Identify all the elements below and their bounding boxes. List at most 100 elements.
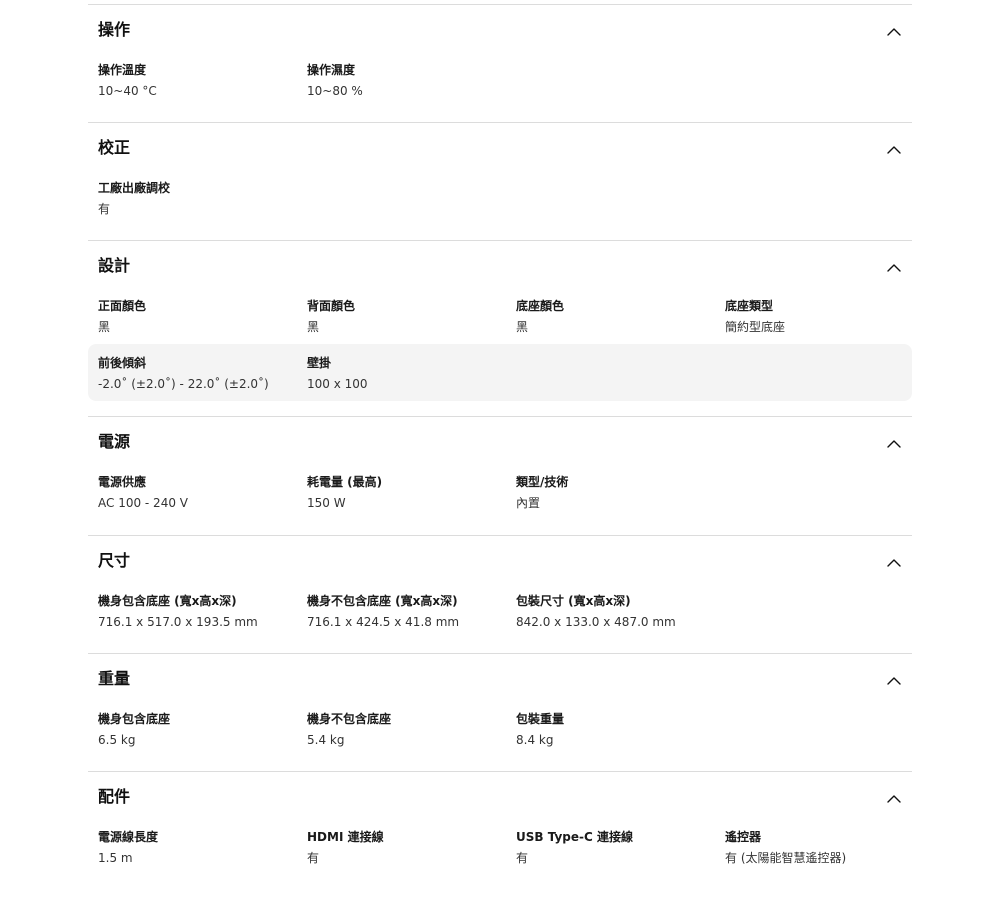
spec-item: 操作溫度 10~40 °C (98, 62, 303, 99)
spec-sections: 操作 操作溫度 10~40 °C 操作濕度 10~80 % 校正 工廠出廠調校有設計 正面顏色… (0, 0, 1000, 904)
spec-item: 底座顏色黑 (516, 298, 721, 335)
collapse-toggle-button[interactable] (882, 670, 906, 690)
spec-item: 操作濕度 10~80 % (307, 62, 512, 99)
chevron-up-icon (887, 676, 901, 685)
spec-section-operation: 操作操作溫度 10~40 °C 操作濕度 10~80 % (88, 4, 912, 123)
spec-item: USB Type-C 連接線有 (516, 829, 721, 866)
spec-label: 操作溫度 (98, 63, 147, 77)
spec-value: 8.4 kg (516, 733, 554, 747)
spec-item: 底座類型 簡約型底座 (725, 298, 930, 335)
spec-item: 工廠出廠調校有 (98, 180, 303, 217)
spec-value: 有 (307, 851, 320, 865)
spec-value: 簡約型底座 (725, 320, 786, 334)
spec-label: 底座顏色 (516, 299, 565, 313)
spec-value: 有 (98, 202, 111, 216)
spec-row: 電源供應 AC 100 - 240 V 耗電量 (最高) 150 W 類型/技術內置 (88, 463, 912, 520)
spec-row: 機身包含底座 (寬x高x深) 716.1 x 517.0 x 193.5 mm 機身… (88, 582, 912, 639)
spec-item: 遙控器有 (太陽能智慧遙控器) (725, 829, 930, 866)
spec-item: 壁掛 100 x 100 (307, 355, 512, 392)
spec-row: 機身包含底座 6.5 kg 機身不包含底座 5.4 kg 包裝重量 8.4 kg (88, 700, 912, 757)
spec-item: 機身不包含底座 5.4 kg (307, 711, 512, 748)
spec-row: 操作溫度 10~40 °C 操作濕度 10~80 % (88, 51, 912, 108)
spec-section-weight: 重量機身包含底座 6.5 kg 機身不包含底座 5.4 kg 包裝重量 8.4 kg (88, 653, 912, 772)
spec-item: 機身不包含底座 (寬x高x深) 716.1 x 424.5 x 41.8 mm (307, 593, 512, 630)
spec-label: USB Type-C 連接線 (516, 830, 633, 844)
spec-row: 正面顏色黑背面顏色黑底座顏色黑底座類型 簡約型底座 (88, 287, 912, 344)
spec-label: 包裝重量 (516, 712, 565, 726)
spec-value: 黑 (516, 320, 529, 334)
spec-value: 內置 (516, 496, 541, 510)
spec-value: 10~40 °C (98, 84, 157, 98)
spec-value: -2.0˚ (±2.0˚) - 22.0˚ (±2.0˚) (98, 377, 269, 391)
section-title: 電源 (98, 432, 131, 451)
spec-value: 5.4 kg (307, 733, 345, 747)
spec-label: 電源供應 (98, 475, 147, 489)
spec-section-design: 設計 正面顏色黑背面顏色黑底座顏色黑底座類型 簡約型底座 前後傾斜 -2.0˚ (±2.… (88, 240, 912, 417)
collapse-toggle-button[interactable] (882, 433, 906, 453)
collapse-toggle-button[interactable] (882, 552, 906, 572)
spec-label: 類型/技術 (516, 475, 569, 489)
spec-label: 機身不包含底座 (寬x高x深) (307, 594, 458, 608)
spec-label: 包裝尺寸 (寬x高x深) (516, 594, 631, 608)
spec-value: 有 (太陽能智慧遙控器) (725, 851, 847, 865)
spec-label: 壁掛 (307, 356, 332, 370)
spec-label: 底座類型 (725, 299, 774, 313)
spec-item: 包裝重量 8.4 kg (516, 711, 721, 748)
spec-value: 100 x 100 (307, 377, 368, 391)
spec-item: 正面顏色黑 (98, 298, 303, 335)
spec-value: 716.1 x 517.0 x 193.5 mm (98, 615, 258, 629)
spec-label: 機身不包含底座 (307, 712, 392, 726)
spec-label: 機身包含底座 (寬x高x深) (98, 594, 237, 608)
spec-section-dimensions: 尺寸機身包含底座 (寬x高x深) 716.1 x 517.0 x 193.5 mm… (88, 535, 912, 654)
spec-row: 前後傾斜 -2.0˚ (±2.0˚) - 22.0˚ (±2.0˚) 壁掛 100 x… (88, 344, 912, 401)
collapse-toggle-button[interactable] (882, 257, 906, 277)
spec-item: 機身包含底座 6.5 kg (98, 711, 303, 748)
spec-item: 類型/技術內置 (516, 474, 721, 511)
spec-item: 包裝尺寸 (寬x高x深) 842.0 x 133.0 x 487.0 mm (516, 593, 721, 630)
collapse-toggle-button[interactable] (882, 139, 906, 159)
spec-label: 前後傾斜 (98, 356, 147, 370)
collapse-toggle-button[interactable] (882, 788, 906, 808)
spec-item: 耗電量 (最高) 150 W (307, 474, 512, 511)
chevron-up-icon (887, 145, 901, 154)
section-title: 校正 (98, 138, 131, 157)
chevron-up-icon (887, 794, 901, 803)
spec-value: AC 100 - 240 V (98, 496, 188, 510)
spec-item: 背面顏色黑 (307, 298, 512, 335)
spec-value: 有 (516, 851, 529, 865)
section-title: 尺寸 (98, 551, 131, 570)
spec-section-calibration: 校正 工廠出廠調校有 (88, 122, 912, 241)
section-title: 操作 (98, 20, 131, 39)
spec-label: 工廠出廠調校 (98, 181, 171, 195)
spec-item: 電源線長度 1.5 m (98, 829, 303, 866)
spec-value: 黑 (98, 320, 111, 334)
spec-value: 716.1 x 424.5 x 41.8 mm (307, 615, 460, 629)
spec-value: 10~80 % (307, 84, 363, 98)
spec-label: 正面顏色 (98, 299, 147, 313)
spec-row: 工廠出廠調校有 (88, 169, 912, 226)
spec-section-accessories: 配件 電源線長度 1.5 m HDMI 連接線有 USB Type-C 連接線有遙控器有… (88, 771, 912, 905)
spec-label: 電源線長度 (98, 830, 159, 844)
spec-value: 842.0 x 133.0 x 487.0 mm (516, 615, 676, 629)
spec-value: 黑 (307, 320, 320, 334)
section-title: 重量 (98, 669, 131, 688)
spec-label: HDMI 連接線 (307, 830, 384, 844)
chevron-up-icon (887, 263, 901, 272)
spec-label: 操作濕度 (307, 63, 356, 77)
spec-label: 遙控器 (725, 830, 762, 844)
spec-label: 耗電量 (最高) (307, 475, 383, 489)
spec-value: 1.5 m (98, 851, 133, 865)
spec-value: 6.5 kg (98, 733, 136, 747)
spec-row: 電源線長度 1.5 m HDMI 連接線有 USB Type-C 連接線有遙控器有 (… (88, 818, 912, 875)
collapse-toggle-button[interactable] (882, 21, 906, 41)
spec-section-power: 電源電源供應 AC 100 - 240 V 耗電量 (最高) 150 W 類型/技術內置 (88, 416, 912, 536)
spec-value: 150 W (307, 496, 346, 510)
chevron-up-icon (887, 439, 901, 448)
spec-item: 機身包含底座 (寬x高x深) 716.1 x 517.0 x 193.5 mm (98, 593, 303, 630)
spec-item: 前後傾斜 -2.0˚ (±2.0˚) - 22.0˚ (±2.0˚) (98, 355, 303, 392)
spec-label: 背面顏色 (307, 299, 356, 313)
section-title: 設計 (98, 256, 131, 275)
chevron-up-icon (887, 27, 901, 36)
spec-label: 機身包含底座 (98, 712, 171, 726)
section-title: 配件 (98, 787, 131, 806)
